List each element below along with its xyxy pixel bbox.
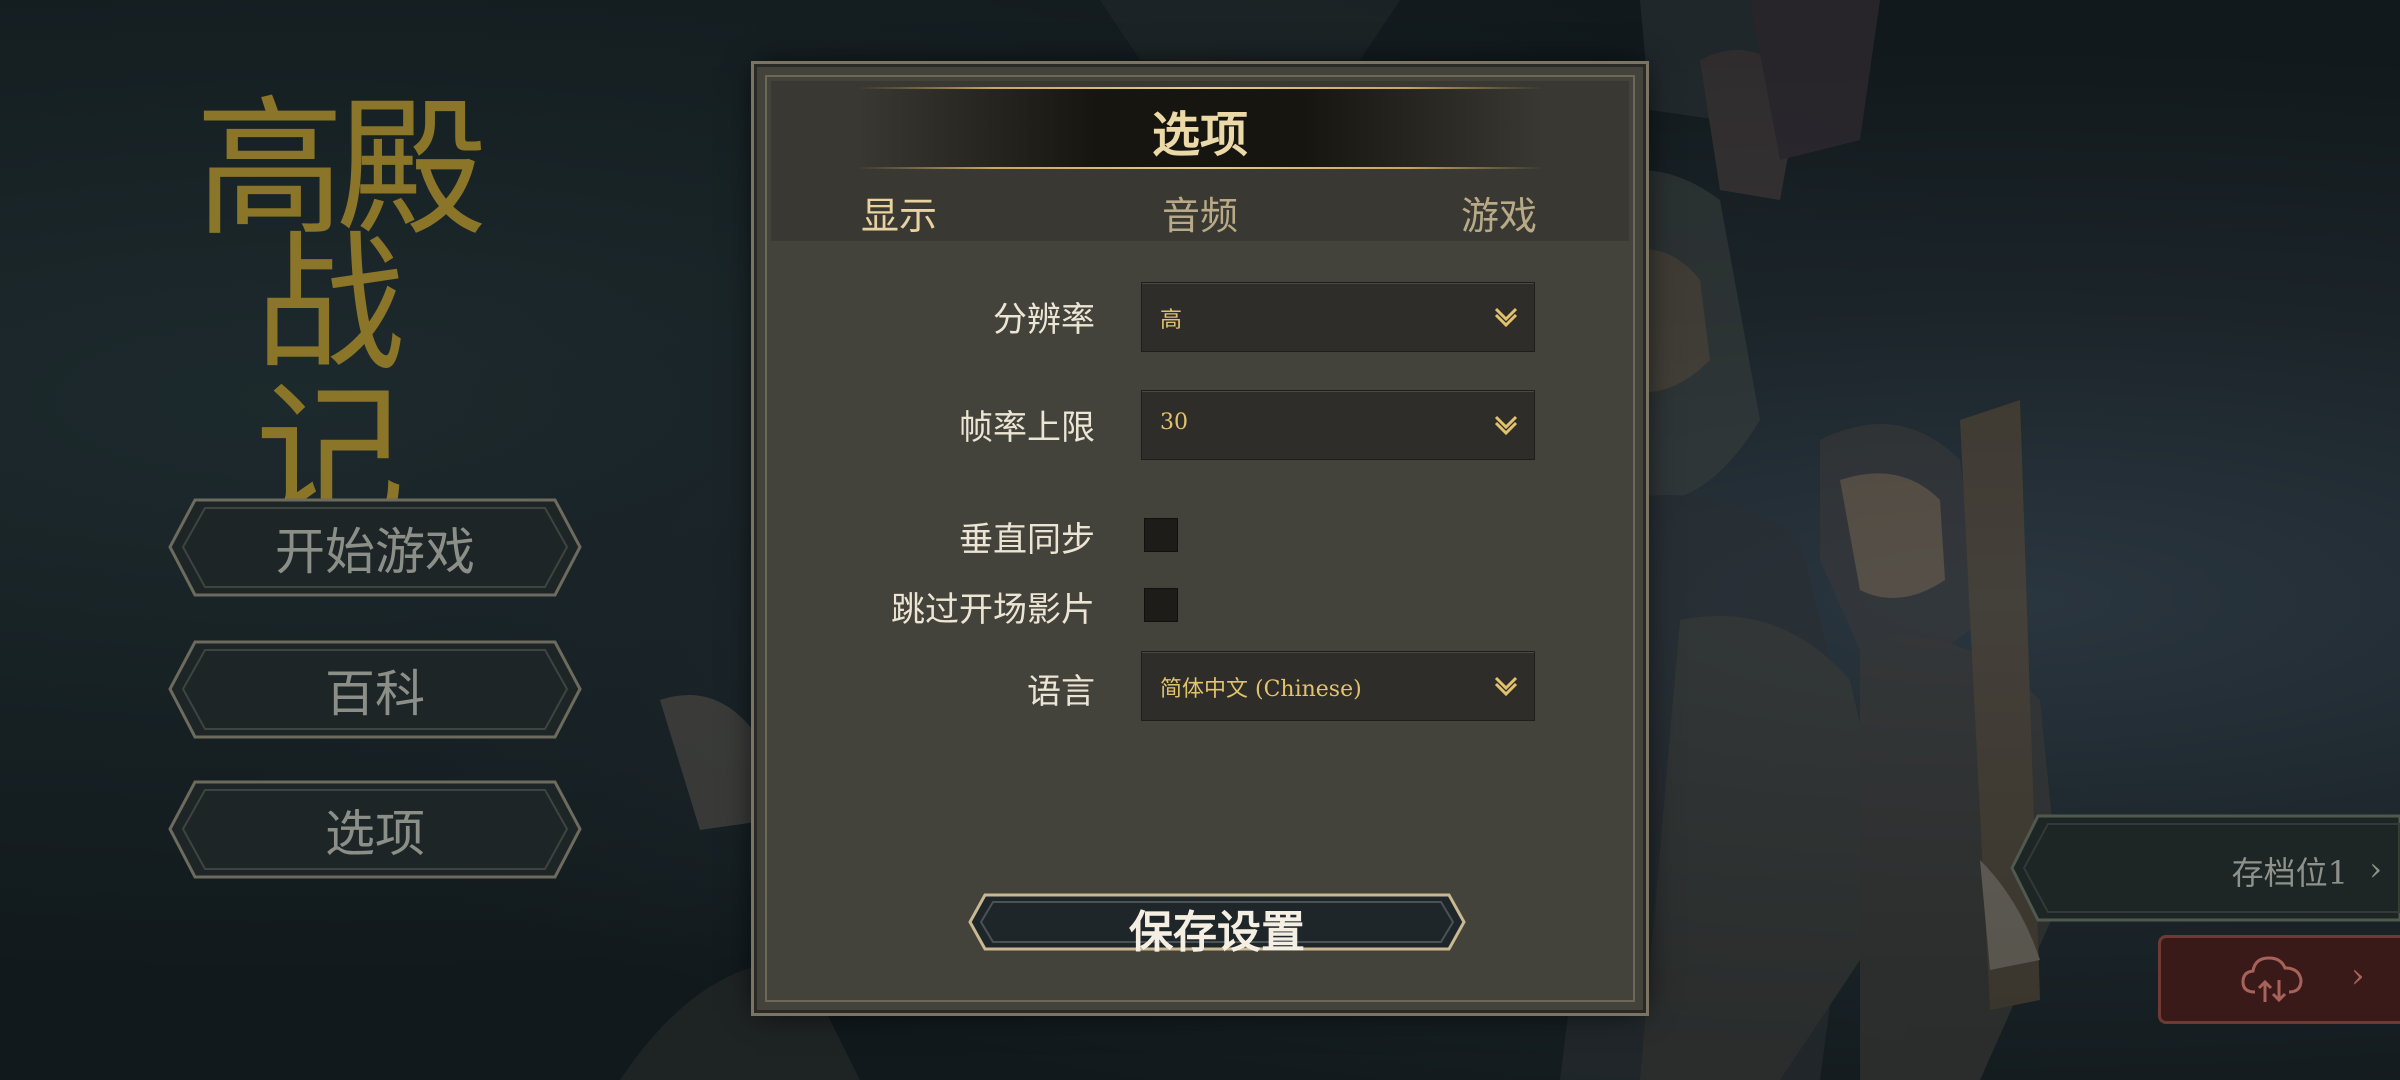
- cloud-sync-button[interactable]: ›: [2158, 935, 2400, 1024]
- title-line-bottom: [857, 167, 1543, 169]
- tab-audio[interactable]: 音频: [1162, 185, 1238, 240]
- start-game-button[interactable]: 开始游戏: [165, 495, 585, 600]
- encyclopedia-button[interactable]: 百科: [165, 637, 585, 742]
- tab-game[interactable]: 游戏: [1461, 185, 1537, 240]
- chevron-down-icon: [1494, 307, 1518, 328]
- language-dropdown[interactable]: 简体中文 (Chinese): [1141, 651, 1535, 721]
- frame-rate-cap-label: 帧率上限: [959, 408, 1095, 448]
- encyclopedia-label: 百科: [325, 664, 425, 723]
- resolution-dropdown[interactable]: 高: [1141, 282, 1535, 352]
- resolution-label: 分辨率: [993, 300, 1095, 340]
- skip-intro-checkbox[interactable]: [1144, 588, 1178, 622]
- chevron-down-icon: [1494, 676, 1518, 697]
- skip-intro-label: 跳过开场影片: [891, 590, 1095, 630]
- dialog-title: 选项: [1151, 107, 1248, 163]
- frame-rate-cap-dropdown[interactable]: 30: [1141, 390, 1535, 460]
- chevron-down-icon: [1494, 415, 1518, 436]
- title-line-top: [857, 87, 1543, 89]
- cloud-sync-icon: [2241, 956, 2303, 1003]
- tab-display[interactable]: 显示: [861, 185, 937, 240]
- language-value: 简体中文 (Chinese): [1160, 677, 1362, 702]
- vsync-checkbox[interactable]: [1144, 518, 1178, 552]
- chevron-right-icon: ›: [2369, 850, 2382, 888]
- resolution-value: 高: [1160, 308, 1183, 333]
- language-label: 语言: [1027, 672, 1095, 712]
- vsync-label: 垂直同步: [959, 520, 1095, 560]
- start-game-label: 开始游戏: [275, 522, 475, 581]
- game-logo: 高殿 战记: [195, 95, 525, 530]
- save-settings-label: 保存设置: [1129, 907, 1305, 958]
- options-menu-button[interactable]: 选项: [165, 777, 585, 882]
- options-menu-label: 选项: [325, 804, 425, 863]
- save-slot-label: 存档位1: [2231, 854, 2348, 892]
- options-dialog: 选项 显示 音频 游戏 分辨率 高 帧率上限 30 垂直同步 跳过开场影片 语言…: [757, 67, 1643, 1010]
- chevron-right-icon: ›: [2351, 956, 2365, 996]
- frame-rate-cap-value: 30: [1160, 410, 1188, 435]
- save-slot-button[interactable]: 存档位1 ›: [2008, 812, 2400, 924]
- save-settings-button[interactable]: 保存设置: [967, 892, 1467, 958]
- logo-line-2: 战记: [255, 218, 405, 542]
